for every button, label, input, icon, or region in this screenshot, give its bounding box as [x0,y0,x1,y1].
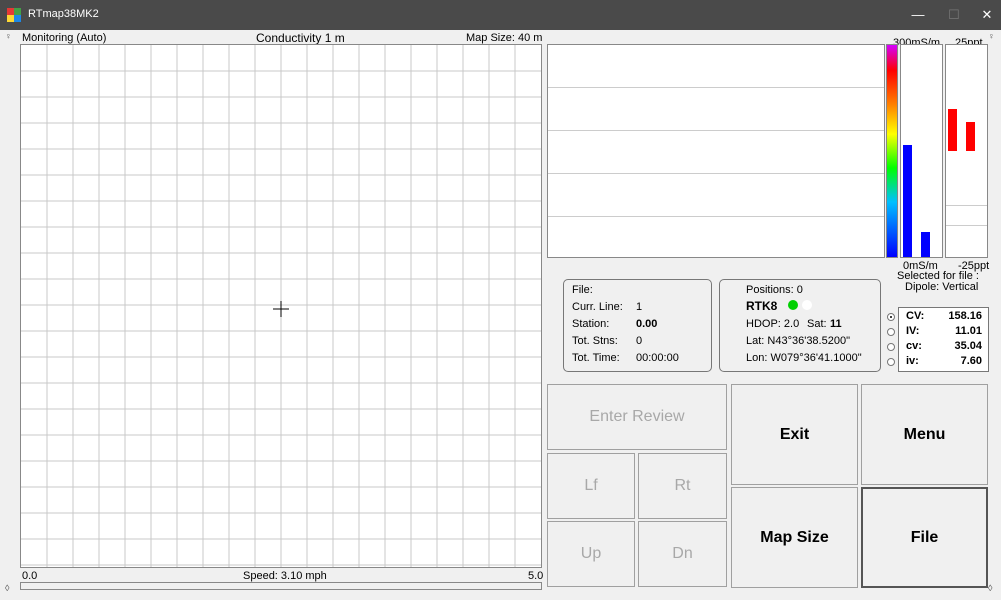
scale-max-label: 5.0 [528,570,544,582]
app-icon [7,8,21,22]
window-title: RTmap38MK2 [28,8,99,20]
reading-label: cv: [906,340,922,352]
reading-radio[interactable] [887,328,895,336]
reading-radio[interactable] [887,313,895,321]
pin-icon: ♀ [988,31,995,41]
up-button[interactable]: Up [547,521,635,587]
sat-value: 11 [830,318,842,330]
tot-time-label: Tot. Time: [572,352,620,364]
sat-label: Sat: [807,318,827,330]
inphase-bar-panel [945,44,988,258]
pin-icon: ◊ [5,583,10,593]
scale-bar [20,582,542,590]
down-button[interactable]: Dn [638,521,727,587]
color-scale [886,44,898,258]
map-title: Conductivity 1 m [256,31,345,45]
file-label: File: [572,284,593,296]
gps-status-white-icon [802,300,812,310]
file-button[interactable]: File [861,487,988,588]
menu-button[interactable]: Menu [861,384,988,485]
exit-button[interactable]: Exit [731,384,858,485]
inphase-bar-iv [948,109,957,151]
speed-label: Speed: 3.10 mph [243,570,327,582]
tot-time-value: 00:00:00 [636,352,679,364]
close-button[interactable]: ✕ [964,0,1001,30]
conductivity-bar-cv [903,145,912,257]
conductivity-bar-cv-secondary [921,232,930,257]
monitoring-mode-label: Monitoring (Auto) [22,32,107,44]
right-button[interactable]: Rt [638,453,727,519]
conductivity-bar-panel [900,44,943,258]
reading-label: iv: [906,355,919,367]
positions-label: Positions: 0 [746,284,803,296]
reading-radio[interactable] [887,358,895,366]
reading-label: IV: [906,325,920,337]
gps-status-green-icon [788,300,798,310]
gps-mode-label: RTK8 [746,299,778,313]
map-grid[interactable] [20,44,542,568]
latitude-label: Lat: N43°36'38.5200" [746,335,850,347]
pin-icon: ◊ [988,583,993,593]
map-size-button[interactable]: Map Size [731,487,858,588]
longitude-label: Lon: W079°36'41.1000" [746,352,862,364]
reading-value: 35.04 [954,340,982,352]
station-label: Station: [572,318,610,330]
reading-value: 11.01 [955,325,982,337]
title-bar: RTmap38MK2 — ☐ ✕ [0,0,1001,30]
tot-stns-value: 0 [636,335,643,347]
tot-stns-label: Tot. Stns: [572,335,618,347]
curr-line-value: 1 [636,301,643,313]
scale-min-label: 0.0 [22,570,38,582]
trend-chart [547,44,885,258]
reading-value: 7.60 [960,355,982,367]
gps-panel: Positions: 0 RTK8 HDOP: 2.0 Sat: 11 Lat:… [719,279,881,372]
curr-line-label: Curr. Line: [572,301,623,313]
map-size-label: Map Size: 40 m [466,32,543,44]
dipole-label: Dipole: Vertical [905,281,979,293]
crosshair-icon [273,301,289,317]
map-grid-lines [21,45,541,567]
enter-review-button[interactable]: Enter Review [547,384,727,450]
station-value: 0.00 [636,318,658,330]
reading-value: 158.16 [948,310,982,322]
pin-icon: ♀ [5,31,12,41]
left-button[interactable]: Lf [547,453,635,519]
file-info-panel: File: Curr. Line: 1 Station: 0.00 Tot. S… [563,279,712,372]
reading-radio[interactable] [887,343,895,351]
inphase-bar-iv-secondary [966,122,975,151]
hdop-label: HDOP: 2.0 [746,318,800,330]
reading-label: CV: [906,310,925,322]
